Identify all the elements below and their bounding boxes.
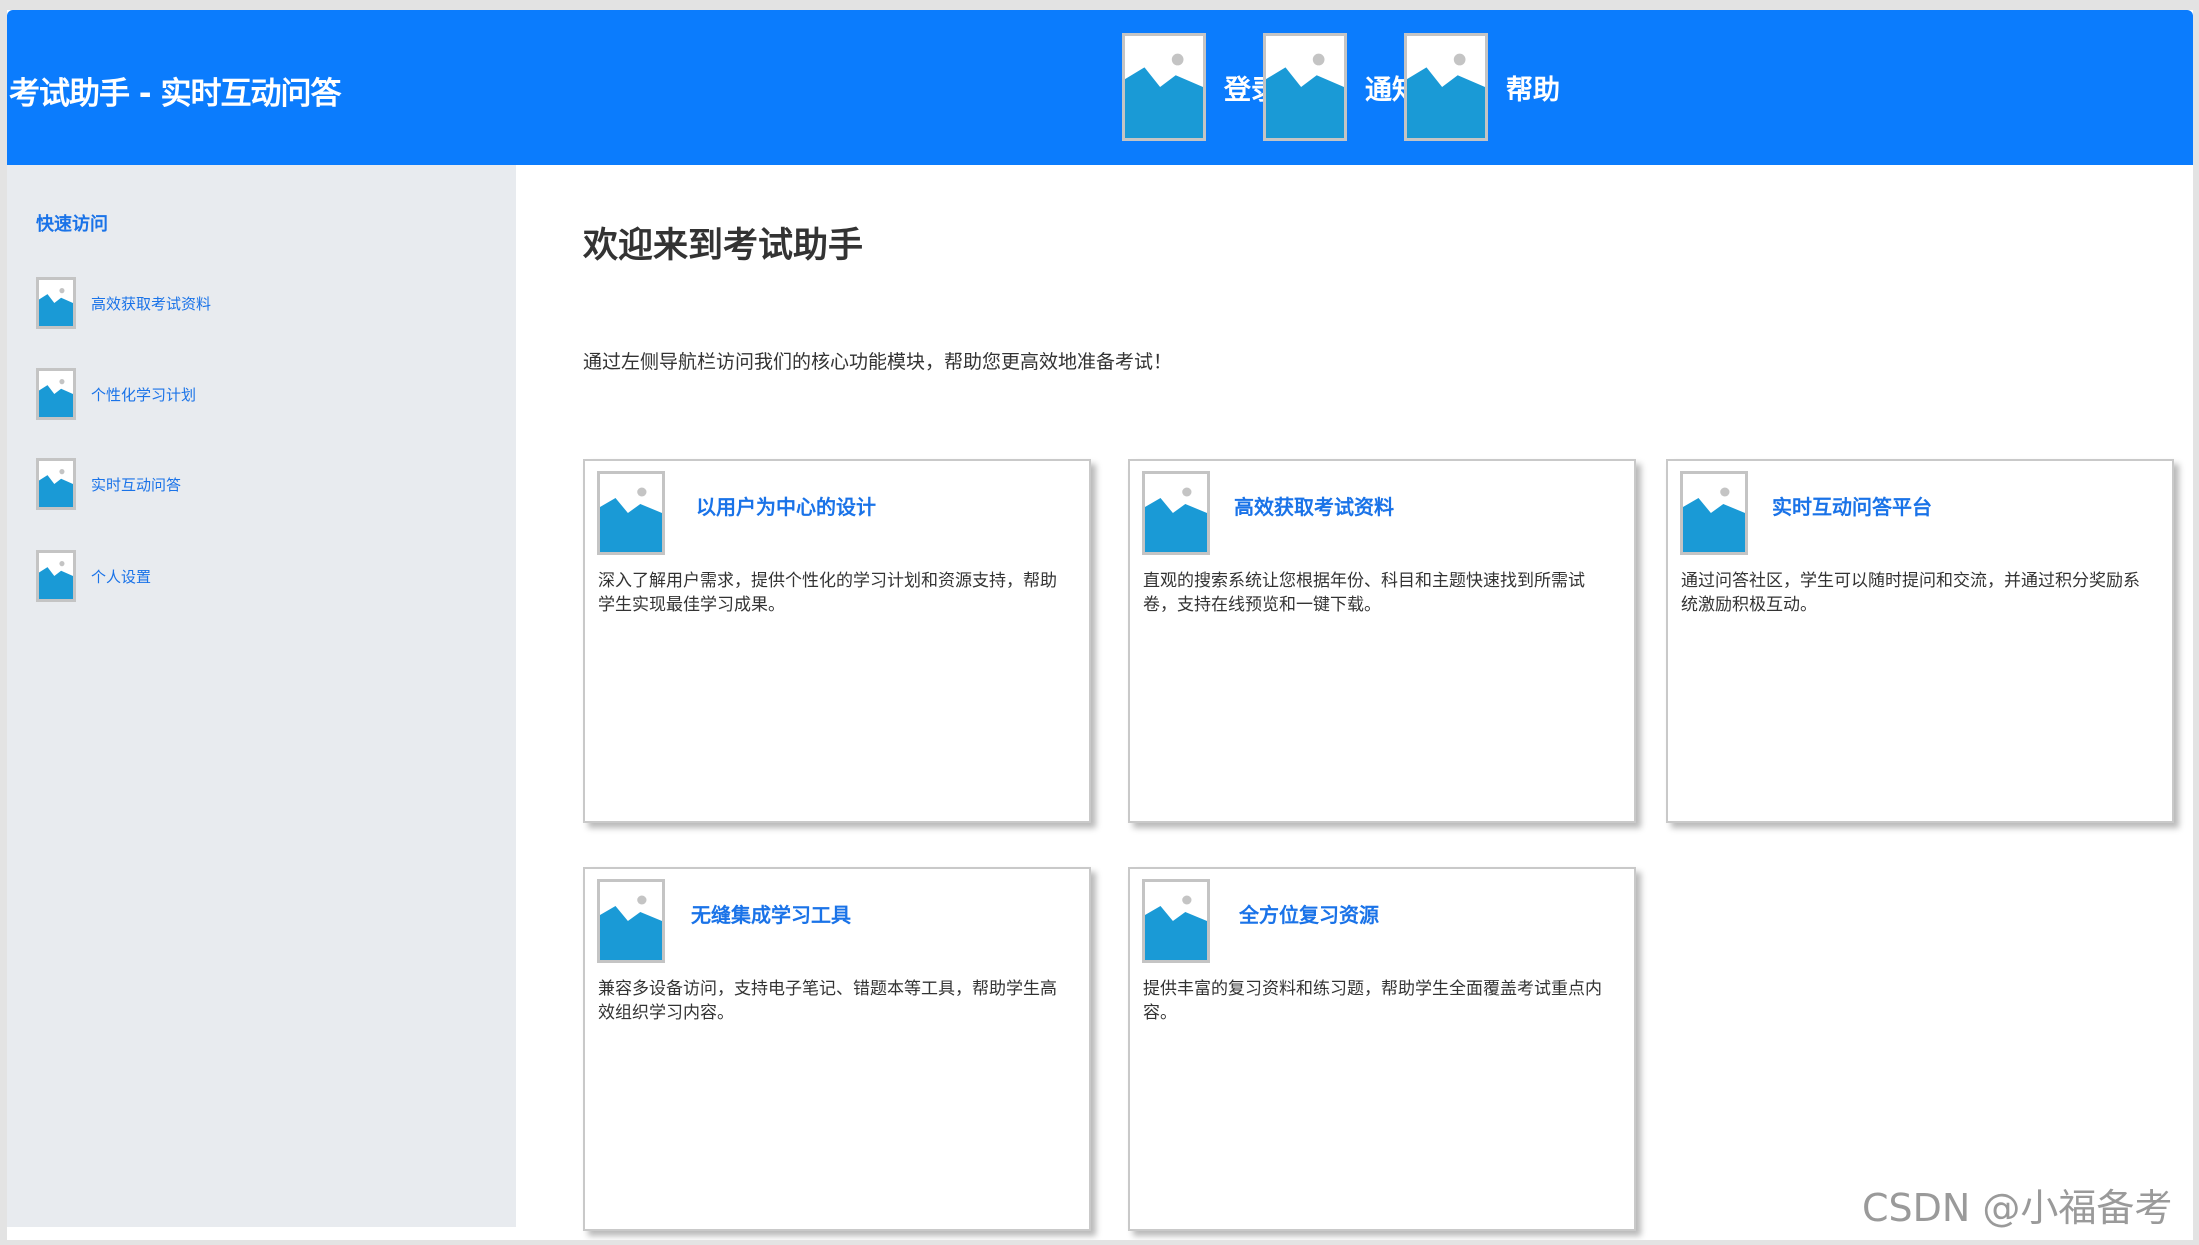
feature-card[interactable]: 全方位复习资源 提供丰富的复习资料和练习题，帮助学生全面覆盖考试重点内容。 bbox=[1128, 867, 1636, 1231]
sidebar-heading: 快速访问 bbox=[36, 214, 108, 235]
image-placeholder-icon bbox=[1404, 33, 1488, 141]
card-text: 深入了解用户需求，提供个性化的学习计划和资源支持，帮助学生实现最佳学习成果。 bbox=[598, 571, 1057, 615]
sidebar-item-label: 个人设置 bbox=[91, 567, 152, 586]
feature-card[interactable]: 实时互动问答平台 通过问答社区，学生可以随时提问和交流，并通过积分奖励系统激励积… bbox=[1666, 459, 2174, 823]
image-placeholder-icon bbox=[1263, 33, 1347, 141]
page-description: 通过左侧导航栏访问我们的核心功能模块，帮助您更高效地准备考试！ bbox=[583, 351, 1173, 373]
sidebar-item-study-plan[interactable]: 个性化学习计划 bbox=[36, 368, 196, 420]
nav-help-label: 帮助 bbox=[1506, 75, 1560, 106]
image-placeholder-icon bbox=[597, 471, 665, 555]
image-placeholder-icon bbox=[36, 277, 76, 329]
image-placeholder-icon bbox=[1142, 879, 1210, 963]
image-placeholder-icon bbox=[36, 550, 76, 602]
page-title: 欢迎来到考试助手 bbox=[583, 226, 864, 266]
sidebar-item-label: 实时互动问答 bbox=[91, 475, 182, 494]
card-text: 兼容多设备访问，支持电子笔记、错题本等工具，帮助学生高效组织学习内容。 bbox=[598, 979, 1057, 1023]
sidebar-item-exam-materials[interactable]: 高效获取考试资料 bbox=[36, 277, 211, 329]
nav-help[interactable]: 帮助 bbox=[1404, 33, 1560, 141]
image-placeholder-icon bbox=[1680, 471, 1748, 555]
card-text: 通过问答社区，学生可以随时提问和交流，并通过积分奖励系统激励积极互动。 bbox=[1681, 571, 2140, 615]
sidebar-item-live-qa[interactable]: 实时互动问答 bbox=[36, 458, 181, 510]
image-placeholder-icon bbox=[1142, 471, 1210, 555]
main-content: 欢迎来到考试助手 通过左侧导航栏访问我们的核心功能模块，帮助您更高效地准备考试！… bbox=[516, 165, 2193, 1240]
card-title: 实时互动问答平台 bbox=[1772, 495, 1932, 519]
nav-notifications[interactable]: 通知 bbox=[1263, 33, 1419, 141]
card-title: 高效获取考试资料 bbox=[1234, 495, 1394, 519]
top-header: 考试助手 - 实时互动问答 登录 通知 帮助 bbox=[7, 10, 2193, 165]
card-title: 全方位复习资源 bbox=[1239, 903, 1379, 927]
card-text: 提供丰富的复习资料和练习题，帮助学生全面覆盖考试重点内容。 bbox=[1143, 979, 1602, 1023]
nav-login[interactable]: 登录 bbox=[1122, 33, 1278, 141]
app-window: 考试助手 - 实时互动问答 登录 通知 帮助 快速访问 高效获取考试资料 个性化… bbox=[7, 10, 2193, 1240]
feature-card[interactable]: 无缝集成学习工具 兼容多设备访问，支持电子笔记、错题本等工具，帮助学生高效组织学… bbox=[583, 867, 1091, 1231]
image-placeholder-icon bbox=[597, 879, 665, 963]
card-title: 以用户为中心的设计 bbox=[696, 495, 876, 519]
card-title: 无缝集成学习工具 bbox=[691, 903, 851, 927]
sidebar: 快速访问 高效获取考试资料 个性化学习计划 实时互动问答 个人设置 bbox=[7, 165, 516, 1227]
sidebar-item-label: 高效获取考试资料 bbox=[91, 294, 212, 313]
watermark: CSDN @小福备考 bbox=[1862, 1186, 2173, 1230]
image-placeholder-icon bbox=[36, 458, 76, 510]
feature-card[interactable]: 以用户为中心的设计 深入了解用户需求，提供个性化的学习计划和资源支持，帮助学生实… bbox=[583, 459, 1091, 823]
feature-card[interactable]: 高效获取考试资料 直观的搜索系统让您根据年份、科目和主题快速找到所需试卷，支持在… bbox=[1128, 459, 1636, 823]
app-title: 考试助手 - 实时互动问答 bbox=[9, 76, 341, 112]
sidebar-item-settings[interactable]: 个人设置 bbox=[36, 550, 151, 602]
image-placeholder-icon bbox=[1122, 33, 1206, 141]
sidebar-item-label: 个性化学习计划 bbox=[91, 385, 197, 404]
card-text: 直观的搜索系统让您根据年份、科目和主题快速找到所需试卷，支持在线预览和一键下载。 bbox=[1143, 571, 1585, 615]
image-placeholder-icon bbox=[36, 368, 76, 420]
